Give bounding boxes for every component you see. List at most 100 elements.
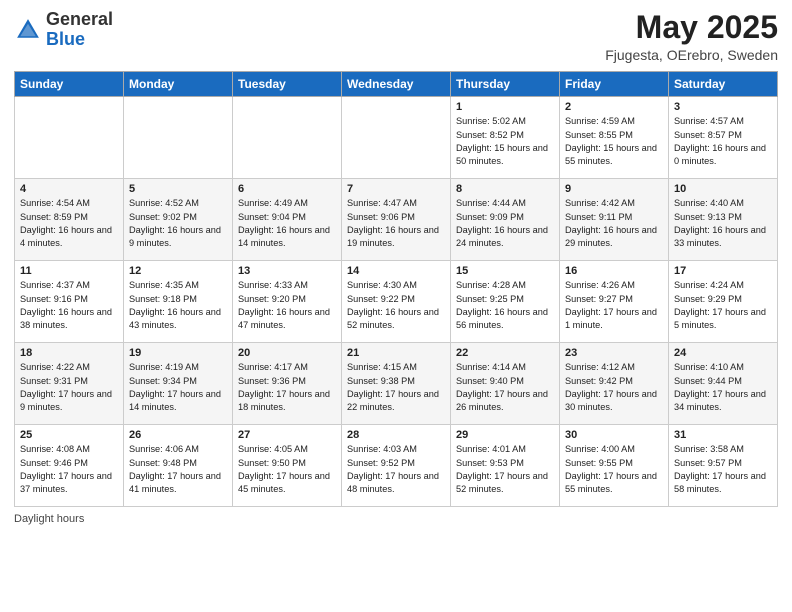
table-row: 6 Sunrise: 4:49 AM Sunset: 9:04 PM Daylig…: [233, 179, 342, 261]
day-info: Sunrise: 4:37 AM Sunset: 9:16 PM Dayligh…: [20, 279, 118, 332]
day-number: 5: [129, 183, 227, 195]
day-number: 13: [238, 265, 336, 277]
day-info: Sunrise: 4:57 AM Sunset: 8:57 PM Dayligh…: [674, 115, 772, 168]
table-row: 4 Sunrise: 4:54 AM Sunset: 8:59 PM Daylig…: [15, 179, 124, 261]
table-row: 20 Sunrise: 4:17 AM Sunset: 9:36 PM Dayli…: [233, 343, 342, 425]
table-row: 15Sunrise: 4:28 AM Sunset: 9:25 PM Dayli…: [451, 261, 560, 343]
table-row: 19 Sunrise: 4:19 AM Sunset: 9:34 PM Dayli…: [124, 343, 233, 425]
day-number: 9: [565, 183, 663, 195]
col-saturday: Saturday: [669, 72, 778, 97]
day-number: 4: [20, 183, 118, 195]
table-row: 29 Sunrise: 4:01 AM Sunset: 9:53 PM Dayli…: [451, 425, 560, 507]
day-number: 29: [456, 429, 554, 441]
table-row: 1 Sunrise: 5:02 AM Sunset: 8:52 PM Daylig…: [451, 97, 560, 179]
header: General Blue May 2025 Fjugesta, OErebro,…: [14, 10, 778, 63]
day-number: 31: [674, 429, 772, 441]
day-info: Sunrise: 4:19 AM Sunset: 9:34 PM Dayligh…: [129, 361, 227, 414]
day-number: 1: [456, 101, 554, 113]
day-number: 2: [565, 101, 663, 113]
day-info: Sunrise: 4:15 AM Sunset: 9:38 PM Dayligh…: [347, 361, 445, 414]
day-info: Sunrise: 4:59 AM Sunset: 8:55 PM Dayligh…: [565, 115, 663, 168]
day-info: Sunrise: 4:17 AM Sunset: 9:36 PM Dayligh…: [238, 361, 336, 414]
table-row: 18 Sunrise: 4:22 AM Sunset: 9:31 PM Dayli…: [15, 343, 124, 425]
day-info: Sunrise: 4:33 AM Sunset: 9:20 PM Dayligh…: [238, 279, 336, 332]
footer: Daylight hours: [14, 513, 778, 525]
day-number: 26: [129, 429, 227, 441]
table-row: 2 Sunrise: 4:59 AM Sunset: 8:55 PM Daylig…: [560, 97, 669, 179]
day-info: Sunrise: 4:03 AM Sunset: 9:52 PM Dayligh…: [347, 443, 445, 496]
table-row: [15, 97, 124, 179]
day-info: Sunrise: 4:42 AM Sunset: 9:11 PM Dayligh…: [565, 197, 663, 250]
table-row: 16 Sunrise: 4:26 AM Sunset: 9:27 PM Dayli…: [560, 261, 669, 343]
col-tuesday: Tuesday: [233, 72, 342, 97]
logo-general: General: [46, 9, 113, 29]
day-info: Sunrise: 4:01 AM Sunset: 9:53 PM Dayligh…: [456, 443, 554, 496]
table-row: 31 Sunrise: 3:58 AM Sunset: 9:57 PM Dayli…: [669, 425, 778, 507]
table-row: 5 Sunrise: 4:52 AM Sunset: 9:02 PM Daylig…: [124, 179, 233, 261]
day-number: 8: [456, 183, 554, 195]
calendar-week-row: 11 Sunrise: 4:37 AM Sunset: 9:16 PM Dayli…: [15, 261, 778, 343]
day-number: 18: [20, 347, 118, 359]
col-monday: Monday: [124, 72, 233, 97]
day-info: Sunrise: 4:24 AM Sunset: 9:29 PM Dayligh…: [674, 279, 772, 332]
day-info: Sunrise: 3:58 AM Sunset: 9:57 PM Dayligh…: [674, 443, 772, 496]
daylight-hours-label: Daylight hours: [14, 513, 84, 525]
table-row: 28 Sunrise: 4:03 AM Sunset: 9:52 PM Dayli…: [342, 425, 451, 507]
day-info: Sunrise: 4:30 AM Sunset: 9:22 PM Dayligh…: [347, 279, 445, 332]
day-info: Sunrise: 4:22 AM Sunset: 9:31 PM Dayligh…: [20, 361, 118, 414]
month-year: May 2025: [605, 10, 778, 45]
day-number: 16: [565, 265, 663, 277]
day-number: 23: [565, 347, 663, 359]
day-info: Sunrise: 4:44 AM Sunset: 9:09 PM Dayligh…: [456, 197, 554, 250]
day-number: 12: [129, 265, 227, 277]
day-number: 6: [238, 183, 336, 195]
logo-blue: Blue: [46, 29, 85, 49]
calendar-week-row: 4 Sunrise: 4:54 AM Sunset: 8:59 PM Daylig…: [15, 179, 778, 261]
day-number: 22: [456, 347, 554, 359]
day-info: Sunrise: 4:54 AM Sunset: 8:59 PM Dayligh…: [20, 197, 118, 250]
calendar-header-row: Sunday Monday Tuesday Wednesday Thursday…: [15, 72, 778, 97]
day-info: Sunrise: 4:47 AM Sunset: 9:06 PM Dayligh…: [347, 197, 445, 250]
day-number: 27: [238, 429, 336, 441]
table-row: [124, 97, 233, 179]
day-number: 14: [347, 265, 445, 277]
day-info: Sunrise: 5:02 AM Sunset: 8:52 PM Dayligh…: [456, 115, 554, 168]
day-info: Sunrise: 4:40 AM Sunset: 9:13 PM Dayligh…: [674, 197, 772, 250]
day-number: 28: [347, 429, 445, 441]
calendar: Sunday Monday Tuesday Wednesday Thursday…: [14, 71, 778, 507]
day-number: 7: [347, 183, 445, 195]
day-number: 3: [674, 101, 772, 113]
logo-icon: [14, 16, 42, 44]
col-wednesday: Wednesday: [342, 72, 451, 97]
logo: General Blue: [14, 10, 113, 50]
table-row: 9 Sunrise: 4:42 AM Sunset: 9:11 PM Daylig…: [560, 179, 669, 261]
table-row: 26Sunrise: 4:06 AM Sunset: 9:48 PM Dayli…: [124, 425, 233, 507]
table-row: [342, 97, 451, 179]
day-number: 10: [674, 183, 772, 195]
day-info: Sunrise: 4:26 AM Sunset: 9:27 PM Dayligh…: [565, 279, 663, 332]
day-number: 19: [129, 347, 227, 359]
table-row: 21Sunrise: 4:15 AM Sunset: 9:38 PM Dayli…: [342, 343, 451, 425]
col-sunday: Sunday: [15, 72, 124, 97]
table-row: 11 Sunrise: 4:37 AM Sunset: 9:16 PM Dayli…: [15, 261, 124, 343]
day-number: 11: [20, 265, 118, 277]
calendar-week-row: 1 Sunrise: 5:02 AM Sunset: 8:52 PM Daylig…: [15, 97, 778, 179]
table-row: 12Sunrise: 4:35 AM Sunset: 9:18 PM Dayli…: [124, 261, 233, 343]
day-number: 20: [238, 347, 336, 359]
table-row: 27 Sunrise: 4:05 AM Sunset: 9:50 PM Dayli…: [233, 425, 342, 507]
table-row: 17 Sunrise: 4:24 AM Sunset: 9:29 PM Dayli…: [669, 261, 778, 343]
location: Fjugesta, OErebro, Sweden: [605, 47, 778, 63]
day-info: Sunrise: 4:49 AM Sunset: 9:04 PM Dayligh…: [238, 197, 336, 250]
day-info: Sunrise: 4:05 AM Sunset: 9:50 PM Dayligh…: [238, 443, 336, 496]
table-row: 3 Sunrise: 4:57 AM Sunset: 8:57 PM Daylig…: [669, 97, 778, 179]
day-info: Sunrise: 4:52 AM Sunset: 9:02 PM Dayligh…: [129, 197, 227, 250]
table-row: 13 Sunrise: 4:33 AM Sunset: 9:20 PM Dayli…: [233, 261, 342, 343]
day-info: Sunrise: 4:14 AM Sunset: 9:40 PM Dayligh…: [456, 361, 554, 414]
day-number: 15: [456, 265, 554, 277]
table-row: 8 Sunrise: 4:44 AM Sunset: 9:09 PM Daylig…: [451, 179, 560, 261]
table-row: 22 Sunrise: 4:14 AM Sunset: 9:40 PM Dayli…: [451, 343, 560, 425]
table-row: 7 Sunrise: 4:47 AM Sunset: 9:06 PM Daylig…: [342, 179, 451, 261]
table-row: 24Sunrise: 4:10 AM Sunset: 9:44 PM Dayli…: [669, 343, 778, 425]
logo-text: General Blue: [46, 10, 113, 50]
day-number: 17: [674, 265, 772, 277]
